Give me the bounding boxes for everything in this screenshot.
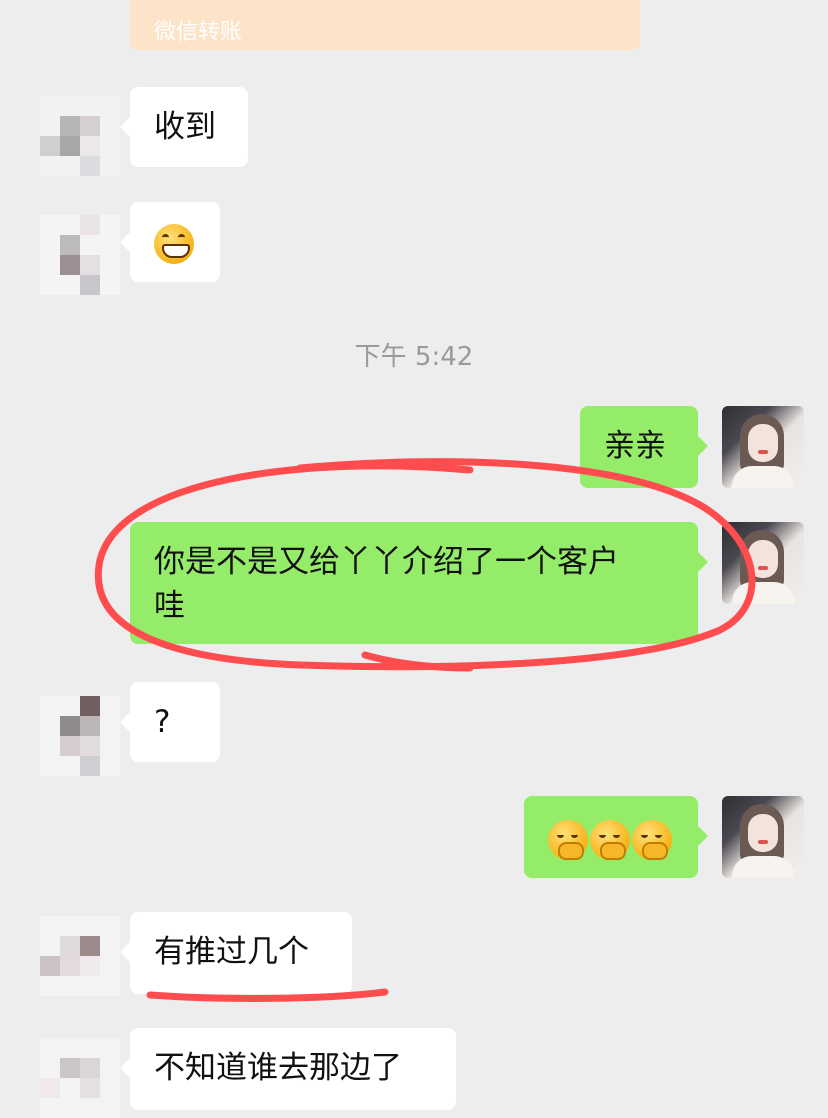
message-bubble-outgoing[interactable]: 亲亲 — [580, 406, 708, 488]
user-avatar[interactable] — [722, 796, 804, 878]
hand-over-mouth-emoji-icon — [590, 819, 630, 860]
contact-avatar[interactable] — [40, 696, 120, 776]
message-text-line1: 你是不是又给丫丫介绍了一个客户 — [154, 544, 619, 580]
contact-avatar[interactable] — [40, 1038, 120, 1118]
user-avatar[interactable] — [722, 406, 804, 488]
contact-avatar[interactable] — [40, 96, 120, 176]
message-bubble-incoming[interactable]: ? — [120, 682, 220, 762]
red-circle-annotation-tail — [361, 651, 474, 672]
message-bubble-incoming[interactable] — [120, 202, 220, 282]
message-text-line2: 哇 — [154, 588, 185, 624]
hand-over-mouth-emoji-icon — [548, 819, 588, 860]
message-text: 收到 — [154, 109, 216, 145]
hand-over-mouth-emoji-icon — [632, 819, 672, 860]
contact-avatar[interactable] — [40, 916, 120, 996]
message-text: 有推过几个 — [154, 934, 309, 970]
contact-avatar[interactable] — [40, 215, 120, 295]
message-bubble-incoming[interactable]: 不知道谁去那边了 — [120, 1028, 456, 1110]
message-bubble-incoming[interactable]: 有推过几个 — [120, 912, 352, 994]
message-bubble-incoming[interactable]: 收到 — [120, 87, 248, 167]
message-text: 亲亲 — [604, 428, 666, 464]
message-bubble-outgoing[interactable]: 你是不是又给丫丫介绍了一个客户 哇 — [130, 522, 708, 644]
user-avatar[interactable] — [722, 522, 804, 604]
transfer-card-label: 微信转账 — [154, 20, 243, 45]
message-text: 不知道谁去那边了 — [154, 1050, 402, 1086]
grin-emoji-icon — [154, 223, 194, 264]
transfer-card[interactable]: 微信转账 — [130, 0, 640, 50]
message-bubble-outgoing[interactable] — [524, 796, 708, 878]
chat-timestamp: 下午 5:42 — [354, 342, 474, 372]
message-text: ? — [154, 704, 171, 740]
